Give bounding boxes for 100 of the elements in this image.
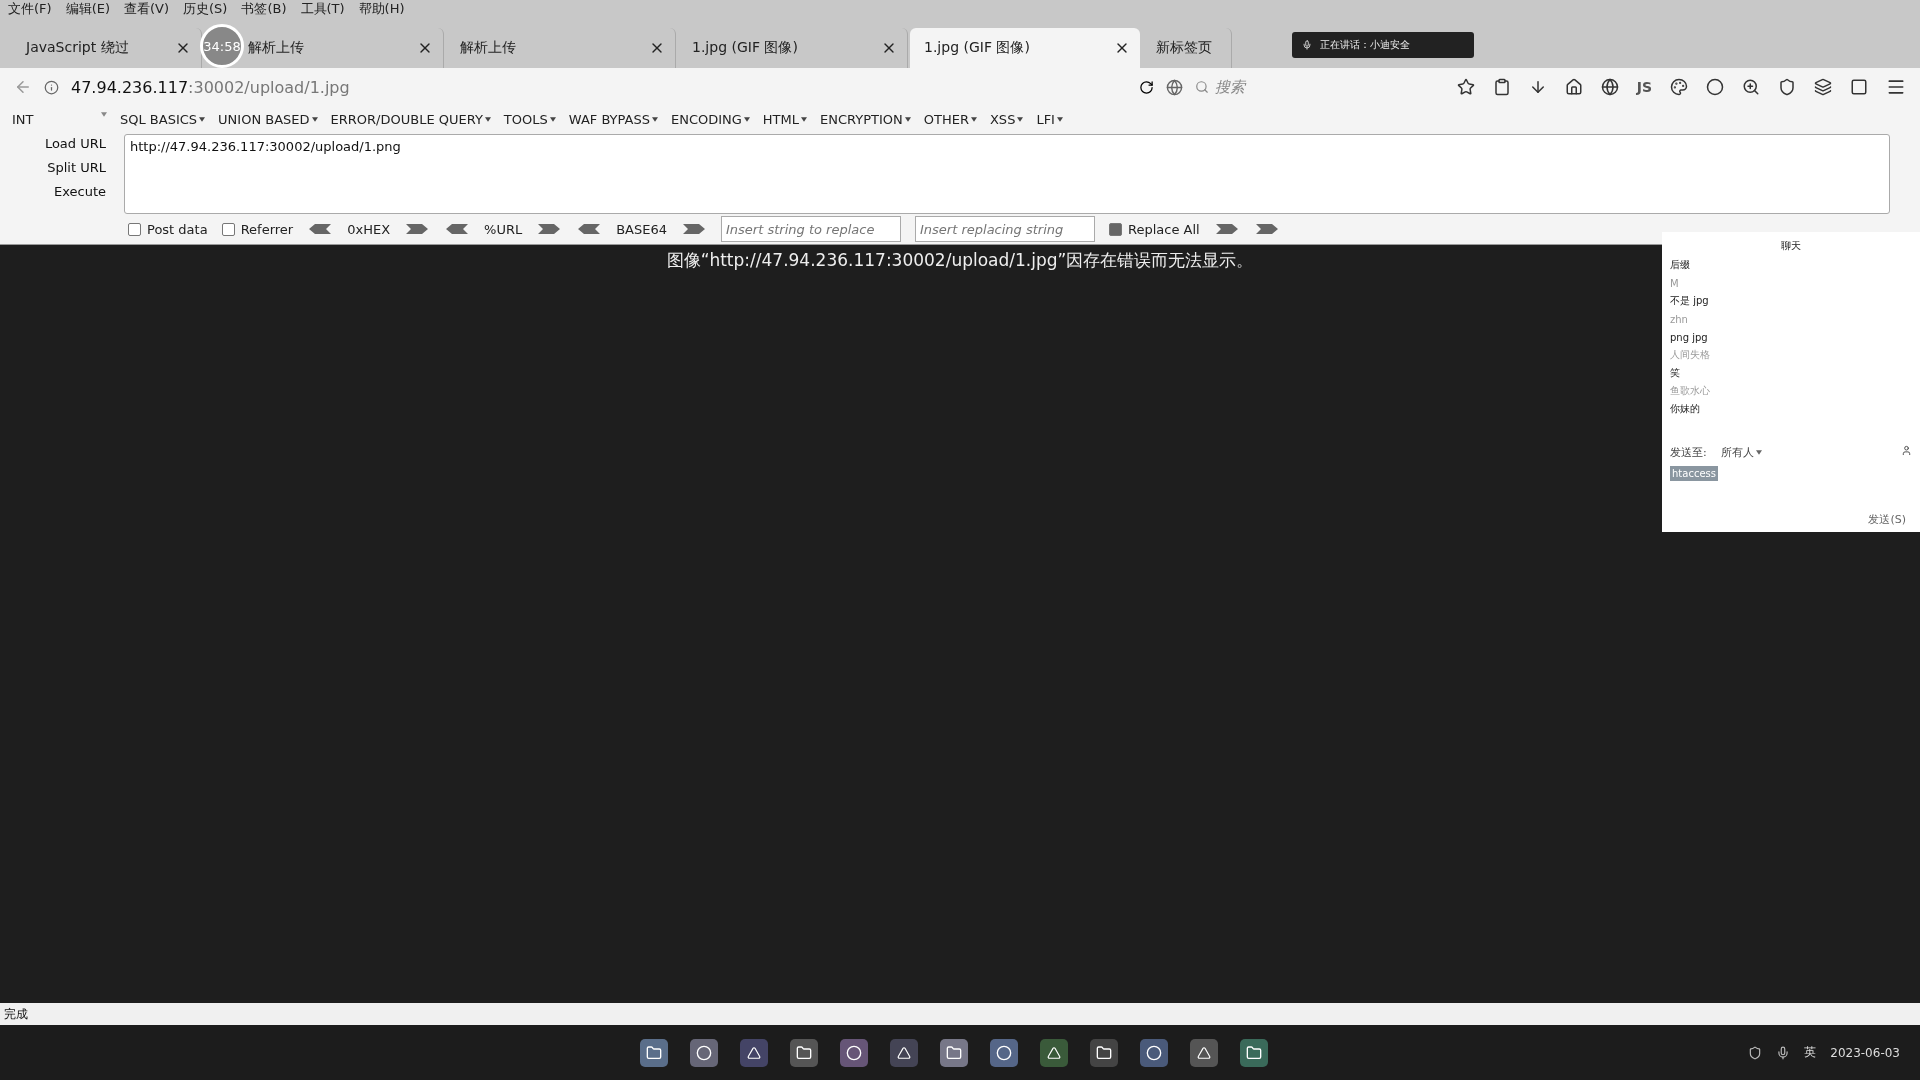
action-button[interactable]: Execute	[6, 182, 106, 201]
menu-item[interactable]: 文件(F)	[8, 0, 52, 18]
menu-item[interactable]: 查看(V)	[124, 0, 170, 18]
send-to-label: 发送至:	[1670, 445, 1707, 460]
caret-icon[interactable]	[743, 116, 750, 122]
square-icon[interactable]	[1850, 78, 1868, 96]
recipient-select[interactable]: 所有人	[1720, 445, 1762, 460]
app-icon[interactable]	[1040, 1038, 1068, 1067]
speaking-banner: 正在讲话：小迪安全	[1292, 32, 1474, 58]
app-icon[interactable]	[990, 1038, 1018, 1067]
layers-icon[interactable]	[1814, 78, 1832, 96]
chat-message: png jpg	[1670, 330, 1709, 345]
option-checkbox[interactable]: Post data	[128, 221, 208, 237]
replace-all-checkbox[interactable]: Replace All	[1109, 221, 1200, 237]
hackbar-menu[interactable]: SQL BASICS	[120, 111, 206, 127]
app-icon[interactable]	[740, 1038, 768, 1067]
chat-sender: M	[1670, 276, 1680, 291]
globe-icon[interactable]	[1165, 78, 1183, 96]
url-textarea[interactable]: http://47.94.236.117:30002/upload/1.png	[124, 134, 1890, 214]
browser-tab[interactable]: 1.jpg (GIF 图像)	[910, 28, 1140, 68]
chat-message: 你妹的	[1670, 402, 1701, 416]
menu-item[interactable]: 编辑(E)	[65, 0, 110, 18]
caret-icon[interactable]	[484, 116, 491, 122]
caret-icon[interactable]	[904, 116, 911, 122]
globe-icon[interactable]	[1600, 78, 1619, 96]
chat-message: 后缀	[1670, 258, 1691, 272]
hackbar-menu[interactable]: OTHER	[923, 111, 977, 127]
app-icon[interactable]	[1190, 1038, 1218, 1067]
replace-field[interactable]: Insert string to replace	[721, 216, 901, 242]
caret-icon[interactable]	[1755, 450, 1762, 455]
menu-item[interactable]: 帮助(H)	[358, 0, 405, 18]
hackbar-menu[interactable]: ENCODING	[670, 111, 750, 127]
app-icon[interactable]	[1240, 1038, 1268, 1067]
option-checkbox[interactable]: Referrer	[221, 221, 294, 237]
url-text[interactable]: 47.94.236.117:30002/upload/1.jpg	[71, 77, 350, 97]
arrow-icon[interactable]	[576, 222, 603, 236]
palette-icon[interactable]	[1670, 78, 1688, 96]
caret-icon[interactable]	[970, 116, 977, 122]
date-text: 2023-06-03	[1830, 1045, 1900, 1060]
app-icon[interactable]	[840, 1038, 868, 1067]
app-icon[interactable]	[1090, 1038, 1118, 1067]
menu-item[interactable]: 工具(T)	[300, 0, 345, 18]
chat-message: 不是 jpg	[1670, 294, 1710, 308]
arrow-icon[interactable]	[444, 222, 471, 236]
type-select[interactable]: INT	[12, 111, 107, 127]
chat-sender: 人间失格	[1670, 348, 1711, 362]
app-icon[interactable]	[690, 1038, 718, 1067]
home-icon[interactable]	[1564, 78, 1583, 96]
caret-icon[interactable]	[651, 116, 658, 122]
encoder-label: 0xHEX	[347, 221, 391, 237]
action-button[interactable]: Load URL	[6, 134, 106, 153]
menu-item[interactable]: 历史(S)	[183, 0, 228, 18]
arrow-icon[interactable]	[681, 222, 707, 236]
shield-icon[interactable]	[1748, 1045, 1763, 1060]
zoom-icon[interactable]	[1742, 78, 1760, 96]
search-icon	[1194, 80, 1209, 94]
hackbar-menu[interactable]: XSS	[989, 111, 1024, 127]
bookmark-star-icon[interactable]	[1456, 78, 1475, 96]
caret-icon	[101, 111, 107, 117]
hackbar-menu[interactable]: UNION BASED	[218, 111, 318, 127]
menu-item[interactable]: 书签(B)	[241, 0, 287, 18]
ime-indicator[interactable]: 英	[1804, 1044, 1817, 1061]
hackbar-menu[interactable]: WAF BYPASS	[568, 111, 658, 127]
app-icon[interactable]	[940, 1038, 968, 1067]
app-icon[interactable]	[640, 1038, 668, 1067]
caret-icon[interactable]	[1056, 116, 1063, 122]
caret-icon[interactable]	[549, 116, 556, 122]
replacing-field[interactable]: Insert replacing string	[915, 216, 1095, 242]
send-button[interactable]: 发送(S)	[1862, 511, 1912, 528]
hackbar-menu[interactable]: TOOLS	[503, 111, 556, 127]
reload-icon[interactable]	[1138, 79, 1154, 95]
user-icon[interactable]	[1901, 445, 1912, 456]
caret-icon[interactable]	[311, 116, 318, 122]
caret-icon[interactable]	[1017, 116, 1024, 122]
clipboard-icon[interactable]	[1492, 78, 1511, 96]
status-text: 完成	[4, 1005, 28, 1023]
caret-icon[interactable]	[801, 116, 808, 122]
js-button[interactable]: JS	[1636, 79, 1652, 95]
hackbar-menu[interactable]: HTML	[762, 111, 808, 127]
hackbar-menu[interactable]: ENCRYPTION	[820, 111, 911, 127]
chat-sender: zhn	[1670, 312, 1689, 327]
hackbar-menu[interactable]: ERROR/DOUBLE QUERY	[330, 111, 491, 127]
info-icon	[44, 79, 59, 95]
chat-title: 聊天	[1781, 239, 1801, 253]
menu-icon[interactable]	[1886, 77, 1906, 97]
shield-icon[interactable]	[1778, 78, 1796, 96]
action-button[interactable]: Split URL	[6, 158, 106, 177]
app-icon[interactable]	[890, 1038, 918, 1067]
circle-icon[interactable]	[1706, 78, 1724, 96]
caret-icon[interactable]	[199, 116, 206, 122]
app-icon[interactable]	[790, 1038, 818, 1067]
encoder-label: BASE64	[616, 221, 667, 237]
app-icon[interactable]	[1140, 1038, 1168, 1067]
arrow-icon[interactable]	[307, 222, 334, 236]
encoder-label: %URL	[484, 221, 523, 237]
mic-icon[interactable]	[1776, 1045, 1791, 1060]
chat-message: 笑	[1670, 366, 1681, 380]
chat-sender: 鱼歌水心	[1670, 384, 1711, 398]
error-message: 图像“http://47.94.236.117:30002/upload/1.jpg”因存在错误而无法显示。	[666, 249, 1254, 272]
hackbar-menu[interactable]: LFI	[1036, 111, 1063, 127]
